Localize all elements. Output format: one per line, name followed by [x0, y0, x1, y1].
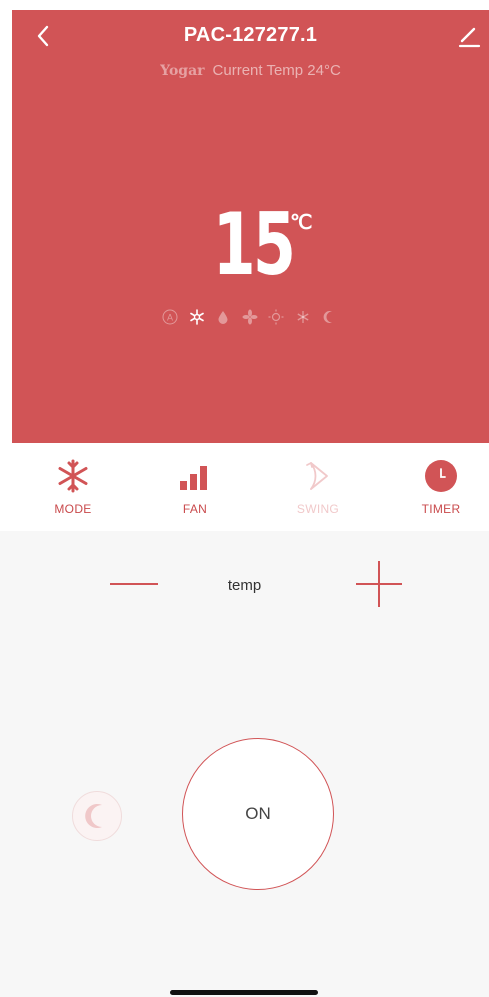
temp-unit: ℃ — [290, 212, 313, 234]
fan-speed-bars-icon — [180, 466, 207, 490]
current-temp-text: Current Temp 24°C — [212, 62, 341, 79]
tab-swing-label: SWING — [296, 502, 340, 516]
temp-increase-button[interactable] — [356, 561, 402, 607]
tab-timer-label: TIMER — [421, 502, 461, 516]
tab-swing[interactable]: SWING — [273, 459, 363, 516]
home-indicator — [170, 990, 318, 995]
control-panel: temp ON — [0, 531, 489, 997]
temp-label: temp — [227, 577, 262, 594]
snow-mode-icon — [290, 307, 317, 327]
tab-timer[interactable]: TIMER — [396, 459, 486, 516]
power-button[interactable]: ON — [182, 738, 334, 890]
sleep-mode-icon — [316, 307, 343, 327]
fan-mode-icon — [237, 307, 264, 327]
tab-mode-label: MODE — [54, 502, 92, 516]
dry-mode-icon — [210, 307, 237, 327]
cool-mode-icon — [184, 307, 211, 327]
current-temp-line: Yogar Current Temp 24°C — [12, 62, 489, 79]
auto-mode-icon: A — [157, 307, 184, 327]
sleep-button[interactable] — [72, 791, 122, 841]
status-header: PAC-127277.1 Yogar Current Temp 24°C 15 ℃… — [12, 10, 489, 443]
moon-icon — [85, 804, 102, 828]
swing-icon — [306, 462, 328, 490]
clock-icon — [425, 460, 457, 492]
tab-mode[interactable]: MODE — [28, 459, 118, 516]
set-temperature: 15 — [12, 202, 489, 288]
set-temp-value: 15 — [212, 195, 295, 295]
function-tabs: MODE FAN SWING TIMER — [0, 443, 489, 531]
snowflake-icon — [58, 459, 88, 493]
mode-indicator-row: A — [157, 307, 343, 327]
pencil-icon — [458, 27, 481, 48]
tab-fan-label: FAN — [182, 502, 208, 516]
heat-mode-icon — [263, 307, 290, 327]
brand-logo: Yogar — [160, 63, 205, 79]
tab-fan[interactable]: FAN — [150, 459, 240, 516]
device-title: PAC-127277.1 — [183, 24, 318, 46]
edit-button[interactable] — [456, 24, 482, 50]
svg-text:A: A — [167, 313, 173, 323]
